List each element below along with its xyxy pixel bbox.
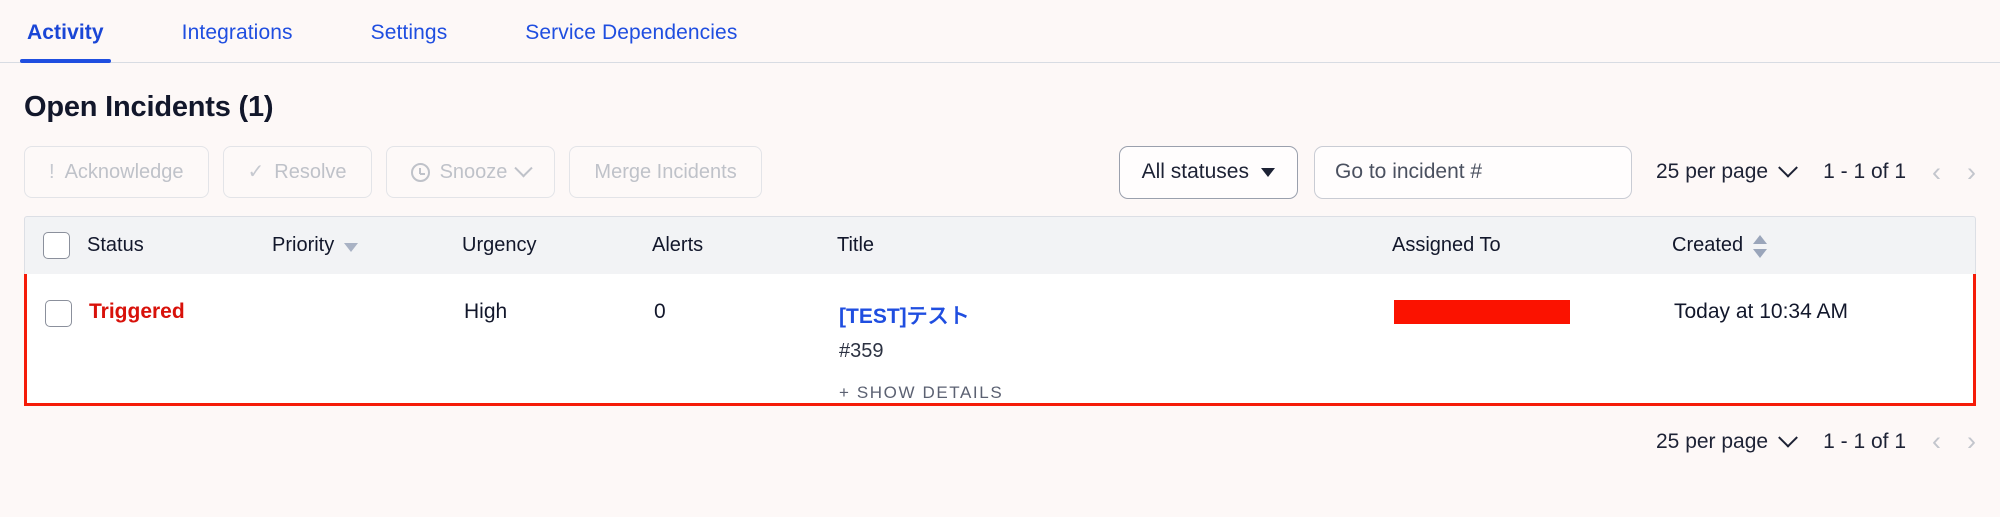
tab-activity[interactable]: Activity xyxy=(20,21,111,63)
pagination-range-bottom: 1 - 1 of 1 xyxy=(1823,429,1906,453)
snooze-label: Snooze xyxy=(439,160,508,183)
row-checkbox[interactable] xyxy=(44,300,72,327)
tab-integrations[interactable]: Integrations xyxy=(179,21,296,62)
column-header-assigned-to[interactable]: Assigned To xyxy=(1392,234,1672,257)
goto-incident-input[interactable] xyxy=(1314,145,1632,199)
chevron-down-icon xyxy=(1778,157,1799,178)
sort-descending-icon xyxy=(344,243,359,252)
per-page-dropdown-top[interactable]: 25 per page xyxy=(1656,157,1799,184)
incidents-page: Activity Integrations Settings Service D… xyxy=(0,0,2000,517)
next-page-button-bottom[interactable]: › xyxy=(1967,428,1976,455)
pagination-range-top: 1 - 1 of 1 xyxy=(1823,160,1906,183)
incident-title-link[interactable]: [TEST]テスト xyxy=(839,300,970,330)
incident-number: #359 xyxy=(839,340,884,362)
status-filter-value: All statuses xyxy=(1141,160,1249,183)
snooze-button[interactable]: Snooze xyxy=(385,146,556,198)
cell-assigned-to xyxy=(1394,300,1674,324)
pagination-top: 25 per page 1 - 1 of 1 ‹ › xyxy=(1656,157,1976,186)
acknowledge-label: Acknowledge xyxy=(64,160,184,183)
created-timestamp: Today at 10:34 AM xyxy=(1674,300,1848,323)
column-header-created[interactable]: Created xyxy=(1672,234,1975,258)
tab-service-dependencies[interactable]: Service Dependencies xyxy=(522,21,740,62)
per-page-dropdown-bottom[interactable]: 25 per page xyxy=(1656,427,1799,454)
merge-incidents-button[interactable]: Merge Incidents xyxy=(569,146,762,198)
cell-title: [TEST]テスト #359 + SHOW DETAILS xyxy=(839,300,1394,403)
per-page-label-bottom: 25 per page xyxy=(1656,429,1769,453)
status-filter-dropdown[interactable]: All statuses xyxy=(1118,145,1298,199)
sort-descending-icon xyxy=(1753,249,1768,258)
redaction-box xyxy=(1394,300,1570,324)
select-all-cell xyxy=(25,232,87,259)
exclamation-icon: ! xyxy=(49,161,55,183)
cell-urgency: High xyxy=(464,300,654,324)
next-page-button-top[interactable]: › xyxy=(1967,158,1976,186)
show-details-toggle[interactable]: + SHOW DETAILS xyxy=(839,383,1003,403)
table-header-row: Status Priority Urgency Alerts Title Ass… xyxy=(24,216,1976,274)
incident-actions-toolbar: ! Acknowledge ✓ Resolve Snooze Merge Inc… xyxy=(24,145,1976,199)
per-page-label-top: 25 per page xyxy=(1656,160,1769,183)
column-label-urgency: Urgency xyxy=(462,234,537,256)
incidents-table: Status Priority Urgency Alerts Title Ass… xyxy=(24,216,1976,406)
highlighted-row-wrapper: Triggered High 0 [TEST]テスト #359 + SHOW D… xyxy=(24,274,1976,406)
caret-down-icon xyxy=(1261,167,1275,177)
merge-incidents-label: Merge Incidents xyxy=(594,160,737,183)
page-title: Open Incidents (1) xyxy=(24,91,274,123)
alerts-count: 0 xyxy=(654,300,666,323)
check-icon: ✓ xyxy=(247,161,265,183)
clock-icon xyxy=(410,162,430,182)
column-label-status: Status xyxy=(87,234,144,256)
row-select-cell xyxy=(27,300,89,327)
column-header-urgency[interactable]: Urgency xyxy=(462,234,652,257)
primary-tab-bar: Activity Integrations Settings Service D… xyxy=(0,0,2000,63)
column-header-title[interactable]: Title xyxy=(837,234,1392,257)
resolve-button[interactable]: ✓ Resolve xyxy=(222,146,372,198)
status-badge: Triggered xyxy=(89,300,185,323)
sort-ascending-icon xyxy=(1753,235,1768,244)
previous-page-button-bottom[interactable]: ‹ xyxy=(1932,428,1941,455)
urgency-value: High xyxy=(464,300,508,323)
column-header-status[interactable]: Status xyxy=(87,234,272,257)
resolve-label: Resolve xyxy=(274,160,347,183)
column-header-alerts[interactable]: Alerts xyxy=(652,234,837,257)
table-row[interactable]: Triggered High 0 [TEST]テスト #359 + SHOW D… xyxy=(27,274,1973,403)
column-label-priority: Priority xyxy=(272,234,335,256)
sort-both-icon xyxy=(1753,235,1768,258)
acknowledge-button[interactable]: ! Acknowledge xyxy=(24,146,209,198)
tab-settings[interactable]: Settings xyxy=(368,21,451,62)
chevron-down-icon xyxy=(514,158,534,177)
cell-status: Triggered xyxy=(89,300,274,324)
previous-page-button-top[interactable]: ‹ xyxy=(1932,158,1941,186)
cell-alerts: 0 xyxy=(654,300,839,324)
cell-created: Today at 10:34 AM xyxy=(1674,300,1973,324)
pagination-bottom: 25 per page 1 - 1 of 1 ‹ › xyxy=(24,427,1976,455)
select-all-checkbox[interactable] xyxy=(42,232,70,259)
chevron-down-icon xyxy=(1778,427,1799,448)
column-label-alerts: Alerts xyxy=(652,234,704,256)
column-label-title: Title xyxy=(837,234,875,256)
column-header-priority[interactable]: Priority xyxy=(272,234,462,257)
column-label-created: Created xyxy=(1672,234,1744,256)
column-label-assigned-to: Assigned To xyxy=(1392,234,1501,256)
